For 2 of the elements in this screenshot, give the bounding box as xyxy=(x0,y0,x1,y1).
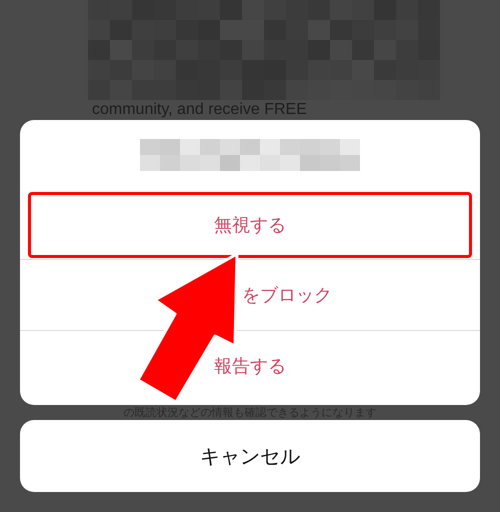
action-item[interactable]: 無視する xyxy=(28,192,472,258)
cancel-button[interactable]: キャンセル xyxy=(20,420,480,492)
